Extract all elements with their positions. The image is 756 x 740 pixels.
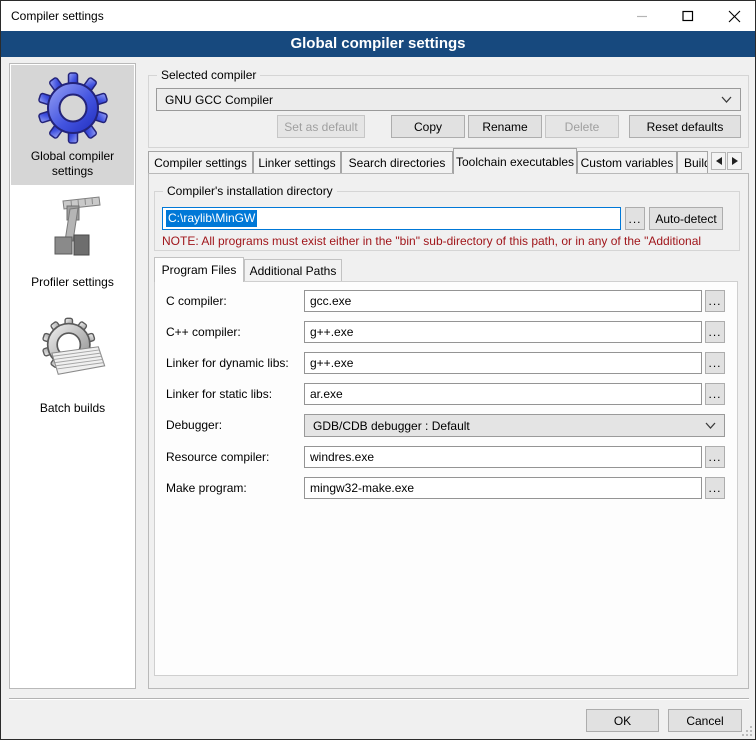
install-dir-browse-button[interactable]: ... <box>625 207 645 230</box>
tab-scroll-right-button[interactable] <box>727 152 742 170</box>
cancel-button[interactable]: Cancel <box>668 709 742 732</box>
cpp-compiler-label: C++ compiler: <box>166 325 241 339</box>
static-linker-label: Linker for static libs: <box>166 387 272 401</box>
compiler-select-value: GNU GCC Compiler <box>165 93 273 107</box>
sidebar-item-global-compiler-settings[interactable]: Global compiler settings <box>11 65 134 185</box>
subtab-program-files[interactable]: Program Files <box>154 257 244 282</box>
tab-scroll-left-button[interactable] <box>711 152 726 170</box>
sidebar-item-label: Global compiler settings <box>11 149 134 179</box>
static-linker-input[interactable] <box>304 383 702 405</box>
close-button[interactable] <box>711 1 756 31</box>
triangle-right-icon <box>732 157 738 165</box>
gear-stack-icon <box>35 313 111 389</box>
reset-defaults-button[interactable]: Reset defaults <box>629 115 741 138</box>
resize-grip[interactable] <box>742 726 754 738</box>
subtab-additional-paths[interactable]: Additional Paths <box>244 259 342 282</box>
copy-button[interactable]: Copy <box>391 115 465 138</box>
dynamic-linker-label: Linker for dynamic libs: <box>166 356 289 370</box>
ok-button[interactable]: OK <box>586 709 659 732</box>
tab-linker-settings[interactable]: Linker settings <box>253 151 341 174</box>
make-program-label: Make program: <box>166 481 247 495</box>
tab-toolchain-executables[interactable]: Toolchain executables <box>453 148 577 174</box>
tab-build-options[interactable]: Build options <box>677 151 708 174</box>
compiler-select[interactable]: GNU GCC Compiler <box>156 88 741 111</box>
delete-button: Delete <box>545 115 619 138</box>
install-dir-selected-text: C:\raylib\MinGW <box>166 210 257 227</box>
debugger-select[interactable]: GDB/CDB debugger : Default <box>304 414 725 437</box>
dynamic-linker-input[interactable] <box>304 352 702 374</box>
sidebar-item-label: Batch builds <box>11 401 134 416</box>
maximize-button[interactable] <box>665 1 711 31</box>
selected-compiler-group-label: Selected compiler <box>157 68 260 82</box>
c-compiler-input[interactable] <box>304 290 702 312</box>
minimize-button[interactable] <box>619 1 665 31</box>
sidebar-item-profiler-settings[interactable]: Profiler settings <box>11 185 134 305</box>
install-dir-group-label: Compiler's installation directory <box>163 184 337 198</box>
c-compiler-browse-button[interactable]: ... <box>705 290 725 312</box>
compiler-settings-dialog: Compiler settings Global compiler settin… <box>0 0 756 740</box>
dynamic-linker-browse-button[interactable]: ... <box>705 352 725 374</box>
install-dir-note: NOTE: All programs must exist either in … <box>162 234 736 249</box>
triangle-left-icon <box>716 157 722 165</box>
resource-compiler-browse-button[interactable]: ... <box>705 446 725 468</box>
chevron-down-icon <box>705 422 716 429</box>
title-bar[interactable]: Compiler settings <box>1 1 755 31</box>
make-program-browse-button[interactable]: ... <box>705 477 725 499</box>
c-compiler-label: C compiler: <box>166 294 227 308</box>
set-as-default-button: Set as default <box>277 115 365 138</box>
window-title: Compiler settings <box>11 9 104 23</box>
tab-compiler-settings[interactable]: Compiler settings <box>148 151 253 174</box>
close-icon <box>728 10 741 23</box>
resource-compiler-input[interactable] <box>304 446 702 468</box>
settings-category-list: Global compiler settings Profiler settin… <box>9 63 136 689</box>
cpp-compiler-input[interactable] <box>304 321 702 343</box>
maximize-icon <box>682 10 694 22</box>
debugger-select-value: GDB/CDB debugger : Default <box>313 419 470 433</box>
gear-blue-icon <box>37 72 109 144</box>
caliper-icon <box>37 193 109 265</box>
footer-separator <box>9 698 749 700</box>
tab-search-directories[interactable]: Search directories <box>341 151 453 174</box>
resource-compiler-label: Resource compiler: <box>166 450 269 464</box>
sidebar-item-batch-builds[interactable]: Batch builds <box>11 305 134 425</box>
cpp-compiler-browse-button[interactable]: ... <box>705 321 725 343</box>
page-title: Global compiler settings <box>1 31 755 57</box>
sidebar-item-label: Profiler settings <box>11 275 134 290</box>
tab-custom-variables[interactable]: Custom variables <box>577 151 677 174</box>
make-program-input[interactable] <box>304 477 702 499</box>
rename-button[interactable]: Rename <box>468 115 542 138</box>
minimize-icon <box>636 10 648 22</box>
auto-detect-button[interactable]: Auto-detect <box>649 207 723 230</box>
debugger-label: Debugger: <box>166 418 222 432</box>
static-linker-browse-button[interactable]: ... <box>705 383 725 405</box>
chevron-down-icon <box>721 96 732 103</box>
install-dir-input[interactable]: C:\raylib\MinGW <box>162 207 621 230</box>
